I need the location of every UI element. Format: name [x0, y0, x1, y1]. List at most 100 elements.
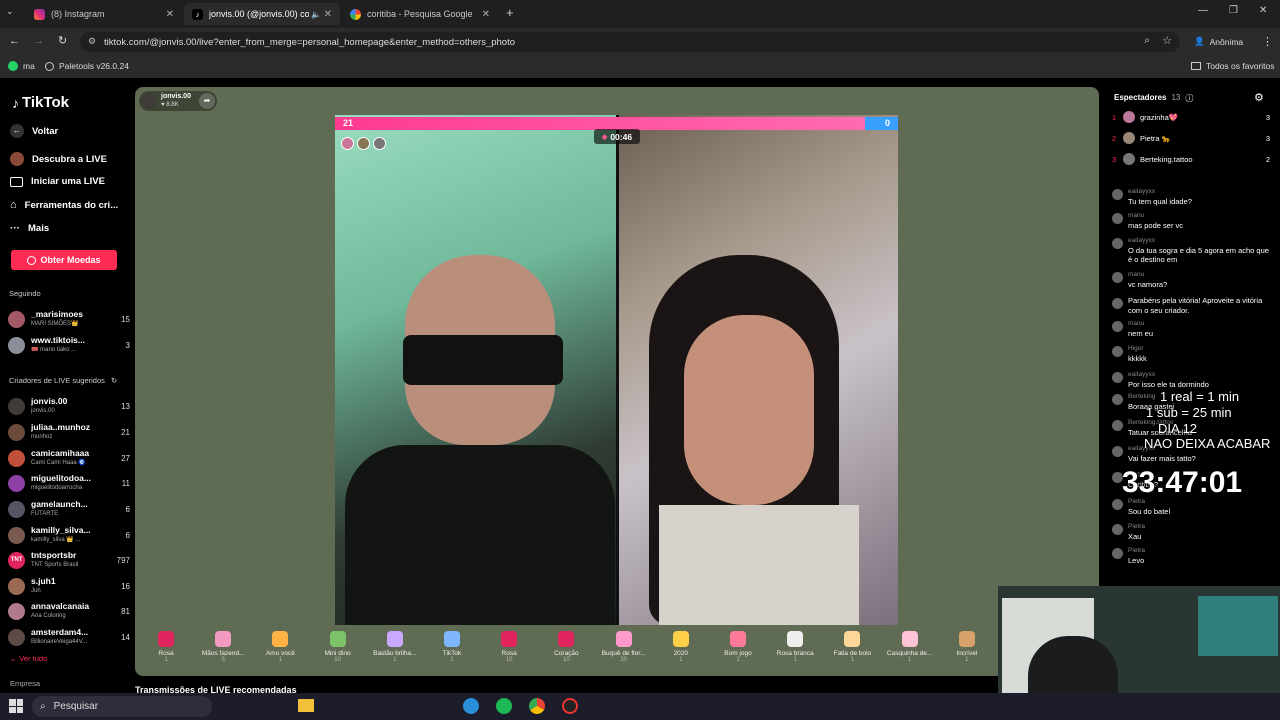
settings-gear-icon[interactable]: ⚙	[1254, 91, 1264, 104]
chrome-taskbar-icon[interactable]	[529, 698, 545, 714]
info-icon[interactable]: ⓘ	[1185, 93, 1193, 104]
windows-start-icon[interactable]	[9, 699, 23, 713]
gift-item[interactable]: Casquinha de... 1	[882, 629, 938, 663]
suggested-item[interactable]: jonvis.00 jonvis.00 13	[8, 394, 130, 418]
suggested-item[interactable]: TNT tntsportsbr TNT Sports Brasil 797	[8, 548, 130, 572]
chat-username: eaitayyxx	[1128, 188, 1156, 195]
nav-label: Descubra a LIVE	[32, 153, 107, 165]
suggested-item[interactable]: miguelitodoa... miguelitodoarrocha 11	[8, 471, 130, 495]
nav-discover-live[interactable]: Descubra a LIVE	[10, 152, 107, 166]
gift-item[interactable]: Amo você 1	[252, 629, 308, 663]
gift-item[interactable]: Mini dino 10	[310, 629, 366, 663]
bookmark-paletools[interactable]: Paletools v26.0.24	[45, 61, 129, 71]
all-bookmarks[interactable]: Todos os favoritos	[1191, 61, 1275, 71]
bookmark-whatsapp[interactable]: ma	[8, 61, 35, 71]
suggested-item[interactable]: gamelaunch... FUTARTE 6	[8, 497, 130, 521]
close-tab-icon[interactable]: ✕	[482, 9, 490, 20]
gift-item[interactable]: Rosa 10	[481, 629, 537, 663]
taskbar-search[interactable]: ⌕ Pesquisar	[32, 696, 212, 717]
avatar	[1112, 189, 1123, 200]
tiktok-logo[interactable]: ♪ TikTok	[12, 94, 69, 111]
gift-item[interactable]: Bastão brilha... 1	[367, 629, 423, 663]
address-bar[interactable]: ⚙ tiktok.com/@jonvis.00/live?enter_from_…	[80, 32, 1180, 52]
following-item[interactable]: _marisimoes MARI SIMÕES👑 15	[8, 307, 130, 331]
gift-item[interactable]: Rosa branca 1	[767, 629, 823, 663]
following-item[interactable]: www.tiktois... 🎟️ mano tiako ... 3	[8, 333, 130, 357]
viewer-count: 13	[121, 401, 130, 411]
gift-item[interactable]: Bom jogo 1	[710, 629, 766, 663]
nav-more[interactable]: ··· Mais	[10, 223, 49, 234]
suggested-item[interactable]: kamilly_silva... kamilly_silva 👑 ... 6	[8, 523, 130, 547]
top-viewer-row[interactable]: 3 Berteking.tattoo 2	[1112, 152, 1270, 166]
gift-item[interactable]: Buquê de flor... 30	[596, 629, 652, 663]
gift-item[interactable]: Rosa 1	[138, 629, 194, 663]
share-icon[interactable]: ➦	[199, 93, 215, 109]
reload-icon[interactable]: ↻	[58, 34, 67, 47]
suggested-item[interactable]: annavalcanaia Ana Coloring 81	[8, 599, 130, 623]
gifter-avatar	[373, 137, 386, 150]
viewer-count: 6	[125, 504, 130, 514]
gift-item[interactable]: Fatia de bolo 1	[824, 629, 880, 663]
gift-item[interactable]: 2020 1	[653, 629, 709, 663]
zoom-icon[interactable]: ⌕	[1144, 35, 1150, 46]
gift-price: 5	[221, 657, 225, 663]
back-button[interactable]: ← Voltar	[10, 124, 58, 138]
avatar	[8, 577, 25, 595]
tab-tiktok[interactable]: ♪ jonvis.00 (@jonvis.00) com 🔈 ✕	[184, 3, 340, 25]
close-tab-icon[interactable]: ✕	[166, 9, 174, 20]
gift-item[interactable]: TikTok 1	[424, 629, 480, 663]
forward-arrow-icon[interactable]: →	[33, 35, 44, 47]
get-coins-button[interactable]: Obter Moedas	[11, 250, 117, 270]
suggested-header: Criadores de LIVE sugeridos ↻	[9, 376, 117, 385]
avatar	[8, 336, 25, 354]
nav-start-live[interactable]: Iniciar uma LIVE	[10, 176, 105, 187]
spotify-taskbar-icon[interactable]	[496, 698, 512, 714]
incognito-profile[interactable]: 👤 Anônima	[1194, 36, 1243, 47]
viewer-count: 797	[116, 555, 130, 565]
nav-label: Mais	[28, 223, 50, 234]
suggested-item[interactable]: camicamihaaa Cami Cami Haaa 🧿 27	[8, 446, 130, 470]
overlay-line-1: 1 real = 1 min	[1160, 389, 1240, 404]
gift-item[interactable]: Incrível 1	[939, 629, 995, 663]
windows-taskbar: ⌕ Pesquisar	[0, 693, 1280, 720]
browser-menu-icon[interactable]: ⋮	[1262, 35, 1273, 48]
see-all-link[interactable]: ⌄ Ver tudo	[10, 654, 47, 663]
chat-username: Higor	[1128, 345, 1144, 352]
nav-label: Iniciar uma LIVE	[31, 176, 105, 187]
close-tab-icon[interactable]: ✕	[324, 9, 332, 20]
restore-button[interactable]: ❐	[1229, 5, 1238, 16]
back-arrow-icon[interactable]: ←	[9, 35, 20, 47]
user-nickname: BillionaireVeiga44V...	[31, 639, 88, 645]
gift-item[interactable]: Mãos fazend... 5	[195, 629, 251, 663]
suggested-item[interactable]: amsterdam4... BillionaireVeiga44V... 14	[8, 625, 130, 649]
suggested-item[interactable]: juliaa..munhoz munhoz 21	[8, 420, 130, 444]
close-window-button[interactable]: ✕	[1259, 5, 1267, 16]
speaker-icon[interactable]: 🔈	[311, 10, 321, 19]
user-name: miguelitodoa...	[31, 473, 91, 483]
chat-text: vc namora?	[1128, 279, 1168, 289]
avatar	[8, 500, 25, 518]
app-taskbar-icon[interactable]	[562, 698, 578, 714]
see-all-label: Ver tudo	[19, 654, 48, 663]
minimize-button[interactable]: —	[1198, 5, 1208, 16]
host-avatar	[141, 93, 157, 109]
top-viewer-row[interactable]: 2 Pietra 🐆 3	[1112, 131, 1270, 145]
chat-message: manu mas pode ser vc	[1112, 211, 1272, 233]
gift-icon	[958, 631, 975, 647]
tab-instagram[interactable]: (8) Instagram ✕	[26, 3, 182, 25]
suggested-item[interactable]: s.juh1 Juh 16	[8, 574, 130, 598]
tab-list-chevron-icon[interactable]: ⌄	[6, 6, 14, 17]
back-circle-icon: ←	[10, 124, 24, 138]
top-viewer-row[interactable]: 1 grazinha💖 3	[1112, 110, 1270, 124]
edge-taskbar-icon[interactable]	[463, 698, 479, 714]
explorer-taskbar-icon[interactable]	[298, 699, 314, 712]
nav-creator-tools[interactable]: ⌂ Ferramentas do cri...	[10, 199, 118, 211]
tab-google[interactable]: coritiba - Pesquisa Google ✕	[342, 3, 498, 25]
gift-name: Mãos fazend...	[201, 650, 245, 657]
company-link[interactable]: Empresa	[10, 679, 40, 688]
site-info-icon[interactable]: ⚙	[88, 36, 96, 47]
refresh-icon[interactable]: ↻	[111, 376, 117, 385]
gift-item[interactable]: Coração 10	[538, 629, 594, 663]
new-tab-button[interactable]: +	[506, 5, 514, 20]
bookmark-star-icon[interactable]: ☆	[1162, 34, 1172, 47]
